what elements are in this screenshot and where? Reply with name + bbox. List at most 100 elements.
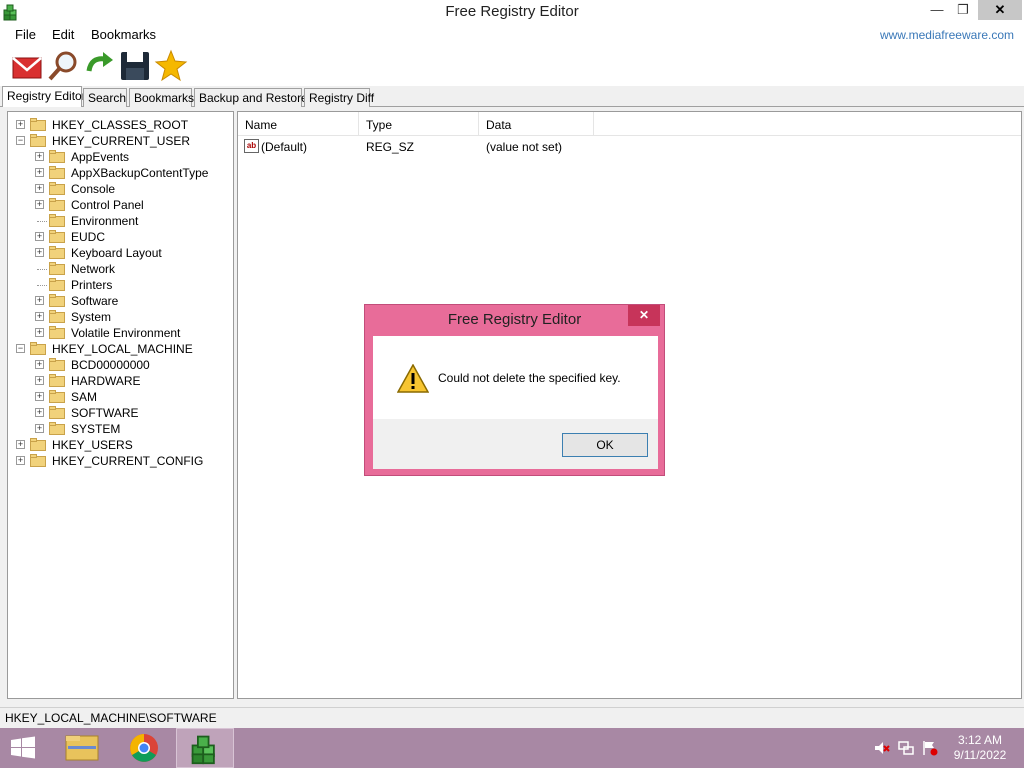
- tree-node[interactable]: Network: [8, 261, 233, 277]
- folder-icon: [49, 166, 65, 179]
- tree-node-label: HKEY_CURRENT_CONFIG: [52, 454, 204, 468]
- tree-node[interactable]: + SOFTWARE: [8, 405, 233, 421]
- expand-toggle[interactable]: +: [35, 168, 44, 177]
- menu-file[interactable]: File: [15, 27, 36, 42]
- tree-node[interactable]: + AppXBackupContentType: [8, 165, 233, 181]
- tree-node-label: Software: [71, 294, 119, 308]
- tree-node[interactable]: + AppEvents: [8, 149, 233, 165]
- column-header-type[interactable]: Type: [359, 112, 479, 136]
- collapse-toggle[interactable]: −: [16, 136, 25, 145]
- tree-node[interactable]: + Volatile Environment: [8, 325, 233, 341]
- tree-node[interactable]: + SAM: [8, 389, 233, 405]
- tree-node[interactable]: + HKEY_USERS: [8, 437, 233, 453]
- tree-node[interactable]: Environment: [8, 213, 233, 229]
- tree-node[interactable]: + HKEY_CLASSES_ROOT: [8, 117, 233, 133]
- expand-toggle[interactable]: +: [35, 328, 44, 337]
- expand-toggle[interactable]: +: [16, 440, 25, 449]
- folder-icon: [49, 358, 65, 371]
- folder-icon: [49, 374, 65, 387]
- file-explorer-icon[interactable]: [56, 728, 112, 768]
- window-title: Free Registry Editor: [445, 3, 579, 20]
- envelope-icon[interactable]: [10, 49, 44, 83]
- collapse-toggle[interactable]: −: [16, 344, 25, 353]
- tab-backup-and-restore[interactable]: Backup and Restore: [194, 88, 308, 107]
- expand-toggle[interactable]: +: [35, 424, 44, 433]
- value-row[interactable]: ab (Default) REG_SZ (value not set): [238, 138, 1021, 156]
- expand-toggle[interactable]: +: [35, 296, 44, 305]
- tree-node[interactable]: + HARDWARE: [8, 373, 233, 389]
- tree-node[interactable]: + BCD00000000: [8, 357, 233, 373]
- expand-toggle[interactable]: +: [35, 392, 44, 401]
- dialog-close-button[interactable]: ✕: [628, 305, 660, 326]
- tab-search[interactable]: Search: [83, 88, 127, 107]
- tree-node[interactable]: − HKEY_LOCAL_MACHINE: [8, 341, 233, 357]
- tree-node-label: Volatile Environment: [71, 326, 181, 340]
- expand-toggle[interactable]: +: [35, 200, 44, 209]
- tree-node[interactable]: + Control Panel: [8, 197, 233, 213]
- column-header-data[interactable]: Data: [479, 112, 594, 136]
- dialog-body: Could not delete the specified key. OK: [373, 336, 658, 469]
- tree-node[interactable]: Printers: [8, 277, 233, 293]
- system-clock[interactable]: 3:12 AM 9/11/2022: [940, 733, 1020, 763]
- tree-node[interactable]: − HKEY_CURRENT_USER: [8, 133, 233, 149]
- registry-tree[interactable]: + HKEY_CLASSES_ROOT − HKEY_CURRENT_USER + App…: [7, 111, 234, 699]
- expand-toggle[interactable]: +: [16, 456, 25, 465]
- expand-toggle[interactable]: +: [35, 376, 44, 385]
- expand-toggle[interactable]: +: [35, 312, 44, 321]
- tab-registry-editor[interactable]: Registry Editor: [2, 86, 86, 108]
- website-link[interactable]: www.mediafreeware.com: [880, 28, 1014, 42]
- tree-node-label: HKEY_LOCAL_MACHINE: [52, 342, 193, 356]
- toolbar: [0, 46, 1024, 86]
- start-windows-icon[interactable]: [0, 728, 46, 768]
- close-button[interactable]: ✕: [978, 0, 1022, 20]
- folder-icon: [49, 214, 65, 227]
- chrome-icon[interactable]: [116, 728, 172, 768]
- restore-button[interactable]: ❐: [950, 0, 976, 20]
- column-header-name[interactable]: Name: [238, 112, 359, 136]
- refresh-arrow-icon[interactable]: [83, 49, 117, 83]
- ok-button[interactable]: OK: [562, 433, 648, 457]
- expand-toggle[interactable]: +: [35, 152, 44, 161]
- expand-toggle[interactable]: +: [35, 184, 44, 193]
- volume-muted-icon[interactable]: [874, 740, 890, 756]
- tree-node-label: Network: [71, 262, 116, 276]
- expand-toggle[interactable]: +: [16, 120, 25, 129]
- tree-connector: [37, 285, 47, 286]
- tree-node[interactable]: + Software: [8, 293, 233, 309]
- status-bar: HKEY_LOCAL_MACHINE\SOFTWARE: [0, 707, 1024, 728]
- tree-node-label: SAM: [71, 390, 98, 404]
- tab-bookmarks[interactable]: Bookmarks: [129, 88, 194, 107]
- tree-node-label: AppXBackupContentType: [71, 166, 209, 180]
- expand-toggle[interactable]: +: [35, 408, 44, 417]
- value-type: REG_SZ: [366, 140, 415, 154]
- tree-node[interactable]: + SYSTEM: [8, 421, 233, 437]
- value-data: (value not set): [486, 140, 563, 154]
- minimize-button[interactable]: —: [922, 0, 952, 20]
- action-center-flag-icon[interactable]: [922, 740, 938, 756]
- magnifier-icon[interactable]: [47, 49, 81, 83]
- taskbar-registry-editor[interactable]: [176, 728, 234, 768]
- tree-node-label: Keyboard Layout: [71, 246, 162, 260]
- tree-node[interactable]: + HKEY_CURRENT_CONFIG: [8, 453, 233, 469]
- floppy-disk-icon[interactable]: [118, 49, 152, 83]
- expand-toggle[interactable]: +: [35, 248, 44, 257]
- tree-node[interactable]: + Console: [8, 181, 233, 197]
- tree-node-label: HARDWARE: [71, 374, 141, 388]
- network-icon[interactable]: [898, 740, 914, 756]
- expand-toggle[interactable]: +: [35, 360, 44, 369]
- values-header: Name Type Data: [238, 112, 1021, 136]
- folder-icon: [30, 118, 46, 131]
- tree-node[interactable]: + System: [8, 309, 233, 325]
- tree-node-label: EUDC: [71, 230, 106, 244]
- tab-registry-diff[interactable]: Registry Diff: [304, 88, 374, 107]
- tab-strip: Registry Editor Search Bookmarks Backup …: [0, 86, 1024, 108]
- folder-icon: [49, 246, 65, 259]
- star-icon[interactable]: [154, 49, 188, 83]
- menu-bookmarks[interactable]: Bookmarks: [91, 27, 156, 42]
- dialog-title: Free Registry Editor: [447, 311, 582, 328]
- menu-edit[interactable]: Edit: [52, 27, 74, 42]
- folder-icon: [49, 294, 65, 307]
- tree-node[interactable]: + Keyboard Layout: [8, 245, 233, 261]
- tree-node[interactable]: + EUDC: [8, 229, 233, 245]
- expand-toggle[interactable]: +: [35, 232, 44, 241]
